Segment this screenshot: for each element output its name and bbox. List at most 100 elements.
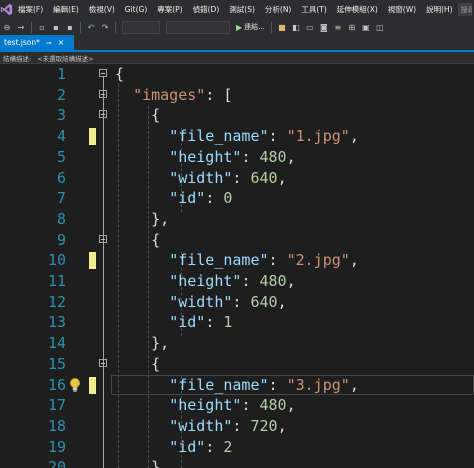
json-number: 640 <box>250 168 278 187</box>
code-text: "images": [ <box>133 85 233 104</box>
fold-toggle[interactable] <box>99 89 107 98</box>
pin-icon[interactable]: ⊸ <box>46 39 52 47</box>
run-button-label: 連結... <box>244 23 265 31</box>
line-number: 11 <box>47 272 66 290</box>
back-icon[interactable]: ⊖ <box>0 20 14 34</box>
toolbar-separator <box>80 21 81 33</box>
code-line: 19 "id": 2 <box>0 437 474 458</box>
fold-toggle[interactable] <box>99 358 107 367</box>
menu-git[interactable]: Git(G) <box>120 5 153 14</box>
json-key: "height" <box>169 272 242 290</box>
code-text: "height": 480, <box>169 396 296 415</box>
fold-toggle[interactable] <box>99 234 107 243</box>
run-icon: ▶ <box>236 22 243 32</box>
lightbulb-icon[interactable] <box>68 377 82 393</box>
json-key: "id" <box>169 437 206 456</box>
toolbar-separator <box>270 21 272 33</box>
toolbar-icon[interactable]: ▣ <box>359 20 373 34</box>
camera-icon[interactable]: ◙ <box>317 20 331 34</box>
menu-extensions[interactable]: 延伸模組(X) <box>332 4 383 15</box>
code-text: "height": 480, <box>169 147 296 166</box>
code-text: "height": 480, <box>169 272 296 290</box>
code-line: 15 { <box>0 354 474 375</box>
save-icon[interactable]: ▪ <box>49 20 63 34</box>
code-text: "file_name": "2.jpg", <box>169 251 359 270</box>
menu-view[interactable]: 檢視(V) <box>84 4 120 15</box>
forward-icon[interactable]: → <box>14 20 28 34</box>
toolbar-icon[interactable]: ◧ <box>289 20 303 34</box>
json-key: "file_name" <box>169 127 269 146</box>
json-key: "id" <box>169 189 206 208</box>
new-item-icon[interactable]: ▫ <box>35 20 49 34</box>
menu-analyze[interactable]: 分析(N) <box>260 4 296 15</box>
line-number: 10 <box>47 251 66 270</box>
json-key: "width" <box>169 292 233 311</box>
redo-icon[interactable]: ↷ <box>98 20 112 34</box>
schema-dropdown[interactable]: <未選取結構描述> <box>34 53 96 63</box>
json-number: 480 <box>259 396 287 415</box>
code-line: 14 }, <box>0 333 474 354</box>
code-line: 3 { <box>0 105 474 126</box>
json-number: 480 <box>259 147 287 166</box>
platform-dropdown[interactable] <box>166 20 230 34</box>
json-key: "file_name" <box>169 251 269 270</box>
menu-tools[interactable]: 工具(T) <box>296 4 331 15</box>
line-number: 1 <box>56 65 66 83</box>
line-number: 14 <box>47 334 66 353</box>
json-key: "height" <box>169 396 242 415</box>
code-text: "id": 0 <box>169 189 233 208</box>
json-string: "3.jpg" <box>286 375 350 394</box>
search-input[interactable]: 搜尋 <box>457 3 472 16</box>
folder-icon[interactable]: ■ <box>275 20 289 34</box>
fold-toggle[interactable] <box>99 69 107 77</box>
code-line: 16 "file_name": "3.jpg", <box>0 375 474 396</box>
toolbar-icon[interactable]: ≡ <box>331 20 345 34</box>
line-number: 5 <box>56 147 66 166</box>
menu-help[interactable]: 說明(H) <box>421 4 458 15</box>
code-line: 6 "width": 640, <box>0 168 474 189</box>
menu-file[interactable]: 檔案(F) <box>13 4 48 15</box>
code-text: { <box>115 106 161 125</box>
tab-test-json[interactable]: test.json* ⊸ × <box>0 35 74 50</box>
undo-icon[interactable]: ↶ <box>84 20 98 34</box>
toolbar-icon[interactable]: ▭ <box>303 20 317 34</box>
line-number: 8 <box>56 209 66 228</box>
toolbar: ⊖ → ▫ ▪ ▪ ↶ ↷ ▶ 連結... ■ ◧ ▭ ◙ ≡ ⊞ ▣ ◫ <box>0 19 474 35</box>
json-number: 0 <box>223 189 233 208</box>
code-text: { <box>115 354 161 373</box>
line-number: 18 <box>47 416 66 435</box>
json-number: 720 <box>250 416 278 435</box>
json-key: "id" <box>169 313 206 332</box>
json-number: 1 <box>223 313 233 332</box>
schema-label: 結構描述: <box>3 54 32 63</box>
run-button[interactable]: ▶ 連結... <box>233 22 268 32</box>
changed-line-marker <box>89 252 96 270</box>
save-all-icon[interactable]: ▪ <box>63 20 77 34</box>
menu-debug[interactable]: 偵錯(D) <box>188 4 225 15</box>
code-line: 2 "images": [ <box>0 85 474 106</box>
code-text: }, <box>115 458 170 468</box>
json-key: "file_name" <box>169 375 269 394</box>
code-text: "width": 720, <box>169 416 287 435</box>
code-line: 18 "width": 720, <box>0 416 474 437</box>
menu-project[interactable]: 專案(P) <box>152 4 187 15</box>
menu-window[interactable]: 視窗(W) <box>383 4 421 15</box>
menu-test[interactable]: 測試(S) <box>224 4 260 15</box>
toolbar-icon[interactable]: ◫ <box>373 20 387 34</box>
fold-toggle[interactable] <box>99 110 107 119</box>
json-number: 640 <box>250 292 278 311</box>
line-number: 12 <box>47 292 66 311</box>
code-line: 4 "file_name": "1.jpg", <box>0 126 474 147</box>
code-text: }, <box>115 209 170 228</box>
code-line: 5 "height": 480, <box>0 147 474 168</box>
toolbar-icon[interactable]: ⊞ <box>345 20 359 34</box>
code-line: 20 }, <box>0 457 474 468</box>
menu-edit[interactable]: 編輯(E) <box>48 4 84 15</box>
menu-bar: 檔案(F) 編輯(E) 檢視(V) Git(G) 專案(P) 偵錯(D) 測試(… <box>0 0 474 19</box>
code-line: 8 }, <box>0 209 474 230</box>
code-line: 9 { <box>0 230 474 251</box>
configuration-dropdown[interactable] <box>122 20 160 34</box>
code-editor[interactable]: 1 { 2 "images": [ 3 { 4 "file_name": "1.… <box>0 64 474 468</box>
close-icon[interactable]: × <box>58 38 65 47</box>
visual-studio-logo-icon[interactable] <box>0 0 13 19</box>
